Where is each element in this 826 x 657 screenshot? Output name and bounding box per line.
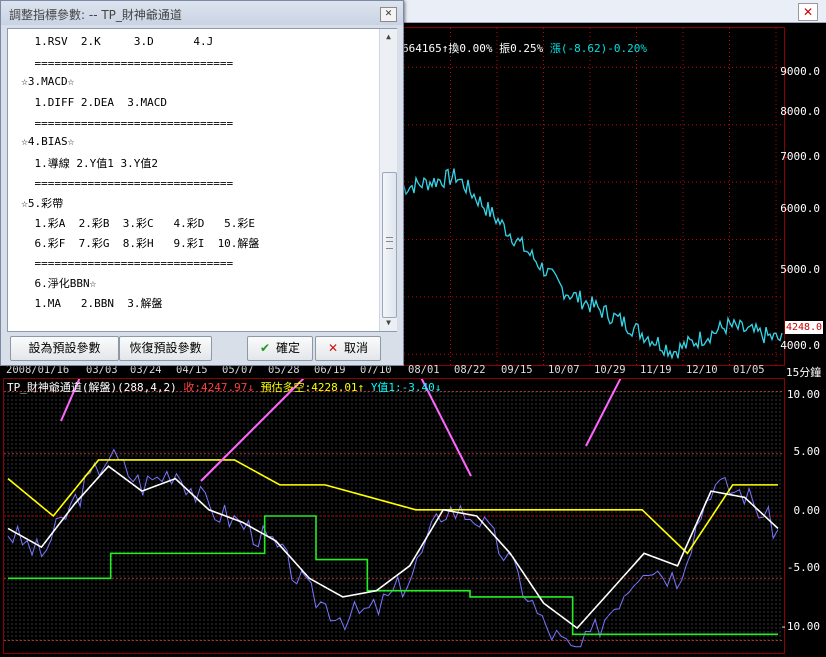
scroll-up-icon[interactable]: ▲ xyxy=(380,29,397,45)
indicator-axis-label: -5.00 xyxy=(786,561,820,574)
quote-info-change: 漲(-8.62)-0.20% xyxy=(549,42,647,55)
dialog-title-bar[interactable]: 調整指標參數: -- TP_財神爺通道 ✕ xyxy=(1,1,403,25)
price-axis-label: 7000.0 xyxy=(780,150,820,163)
indicator-name: TP_財神爺通道(解盤)(288,4,2) xyxy=(7,381,177,394)
restore-default-button[interactable]: 恢復預設參數 xyxy=(119,336,212,361)
set-default-button[interactable]: 設為預設參數 xyxy=(10,336,119,361)
ok-button[interactable]: ✔ 確定 xyxy=(247,336,313,361)
indicator-close: 收:4247.97↓ xyxy=(183,381,254,394)
scroll-down-icon[interactable]: ▼ xyxy=(380,315,397,331)
description-line: ============================== xyxy=(8,57,234,70)
price-axis-label: 6000.0 xyxy=(780,202,820,215)
description-line: ============================== xyxy=(8,117,234,130)
quote-info-stats: 664165↑換0.00% 振0.25% xyxy=(402,42,544,55)
date-label: 09/15 xyxy=(501,364,533,376)
dialog-title: 調整指標參數: -- TP_財神爺通道 xyxy=(9,8,182,22)
adjust-parameters-dialog: 調整指標參數: -- TP_財神爺通道 ✕ 1.RSV 2.K 3.D 4.J … xyxy=(0,0,404,366)
checkmark-icon: ✔ xyxy=(259,341,271,355)
indicator-axis-label: 5.00 xyxy=(793,445,821,458)
description-line: 1.彩A 2.彩B 3.彩C 4.彩D 5.彩E xyxy=(8,217,256,230)
description-line: ============================== xyxy=(8,257,234,270)
description-line: 1.DIFF 2.DEA 3.MACD xyxy=(8,96,167,109)
date-label: 01/05 xyxy=(733,364,765,376)
description-line: ☆4.BIAS☆ xyxy=(8,135,75,148)
description-line: 1.導線 2.Y值1 3.Y值2 xyxy=(8,157,158,170)
date-label: 08/01 xyxy=(408,364,440,376)
close-chart-icon[interactable]: ✕ xyxy=(798,3,818,21)
indicator-panel[interactable] xyxy=(3,328,785,654)
dialog-close-icon[interactable]: ✕ xyxy=(380,7,397,22)
description-line: ☆5.彩帶 xyxy=(8,197,64,210)
date-label: 10/29 xyxy=(594,364,626,376)
date-label: 08/22 xyxy=(454,364,486,376)
price-axis-label: 4000.0 xyxy=(780,339,820,352)
indicator-axis-label: -10.00 xyxy=(780,620,820,633)
indicator-yvalue: Y值1:-3.40↓ xyxy=(370,381,442,394)
description-line: 1.MA 2.BBN 3.解盤 xyxy=(8,297,163,310)
price-axis-label: 8000.0 xyxy=(780,105,820,118)
description-line: 6.淨化BBN☆ xyxy=(8,277,97,290)
current-price-badge: 4248.0 xyxy=(785,321,823,334)
date-label: 12/10 xyxy=(686,364,718,376)
description-line: 1.RSV 2.K 3.D 4.J xyxy=(8,35,214,48)
date-label: 10/07 xyxy=(548,364,580,376)
cross-icon: ✕ xyxy=(327,341,339,355)
indicator-title: TP_財神爺通道(解盤)(288,4,2) 收:4247.97↓ 預估多空:42… xyxy=(7,379,441,395)
vertical-scrollbar[interactable]: ▲ ▼ xyxy=(379,29,397,331)
cancel-label: 取消 xyxy=(344,341,369,355)
indicator-yellow-line xyxy=(7,459,778,555)
description-line: ☆3.MACD☆ xyxy=(8,75,75,88)
indicator-axis-label: 10.00 xyxy=(786,388,820,401)
description-text: 1.RSV 2.K 3.D 4.J ======================… xyxy=(8,29,379,331)
description-line: 6.彩F 7.彩G 8.彩H 9.彩I 10.解盤 xyxy=(8,237,260,250)
scrollbar-thumb[interactable] xyxy=(382,172,397,318)
indicator-green-line xyxy=(8,515,778,636)
quote-info-line: 664165↑換0.00% 振0.25% 漲(-8.62)-0.20% xyxy=(402,40,647,56)
price-axis-label: 9000.0 xyxy=(780,65,820,78)
indicator-forecast: 預估多空:4228.01↑ xyxy=(260,381,365,394)
date-axis: 2008/01/16 03/03 03/24 04/15 05/07 05/28… xyxy=(0,364,784,378)
cancel-button[interactable]: ✕ 取消 xyxy=(315,336,381,361)
description-line: ============================== xyxy=(8,177,234,190)
indicator-axis: 10.00 5.00 0.00 -5.00 -10.00 xyxy=(780,378,826,652)
date-label: 11/19 xyxy=(640,364,672,376)
parameter-description-box[interactable]: 1.RSV 2.K 3.D 4.J ======================… xyxy=(7,28,397,332)
ok-label: 確定 xyxy=(276,341,301,355)
indicator-chart xyxy=(3,328,784,648)
price-series-line xyxy=(401,168,783,360)
indicator-axis-label: 0.00 xyxy=(793,504,821,517)
price-axis-label: 5000.0 xyxy=(780,263,820,276)
